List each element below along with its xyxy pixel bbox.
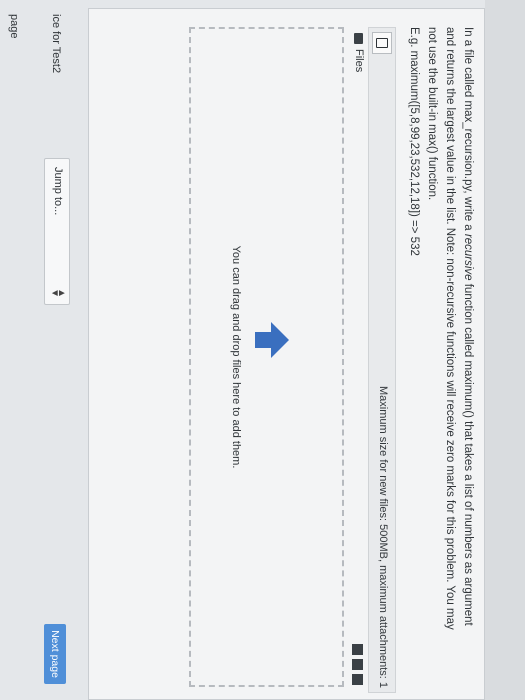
question-emphasis: recursive [462,233,474,281]
question-line-1: In a file called max_recursion.py, write… [459,27,476,687]
previous-page-button[interactable]: page [8,14,20,38]
question-line-1-prefix: In a file called max_recursion.py, write… [462,27,474,234]
question-line-2: and returns the largest value in the lis… [444,27,456,630]
next-page-button[interactable]: Next page [44,624,66,684]
question-line-3: not use the built-in max() function. [426,27,438,201]
jump-to-label: Jump to... [52,167,64,216]
upload-arrow-icon [255,322,289,358]
attachment-toolbar: Maximum size for new files: 500MB, maxim… [368,27,396,693]
file-dropzone[interactable]: You can drag and drop files here to add … [189,27,344,687]
previous-activity-link[interactable]: ice for Test2 [50,14,62,73]
add-file-button[interactable] [372,32,392,54]
navigation-row: ice for Test2 page Jump to... ▲ ▼ Next pa… [0,8,80,698]
files-label: Files [353,49,365,73]
question-text: In a file called max_recursion.py, write… [404,27,476,687]
dropzone-text: You can drag and drop files here to add … [230,245,242,469]
jump-to-select[interactable]: Jump to... ▲ ▼ [44,158,70,305]
question-card: In a file called max_recursion.py, write… [88,8,485,700]
folder-view-icon[interactable] [352,674,363,685]
list-icon[interactable] [352,659,363,670]
folder-icon [354,33,363,44]
chevron-updown-icon: ▲ ▼ [49,288,67,298]
grid-icon[interactable] [352,644,363,655]
files-bar: Files [346,27,370,691]
max-size-text: Maximum size for new files: 500MB, maxim… [377,386,389,688]
view-switcher [347,640,365,685]
question-example: E.g. maximum([5,8,99,23,532,12,18]) => 5… [408,27,420,256]
file-icon [376,38,388,48]
question-line-1-suffix: function called maximum() that takes a l… [462,280,474,626]
screen: In a file called max_recursion.py, write… [0,0,525,700]
top-strip [485,0,525,700]
